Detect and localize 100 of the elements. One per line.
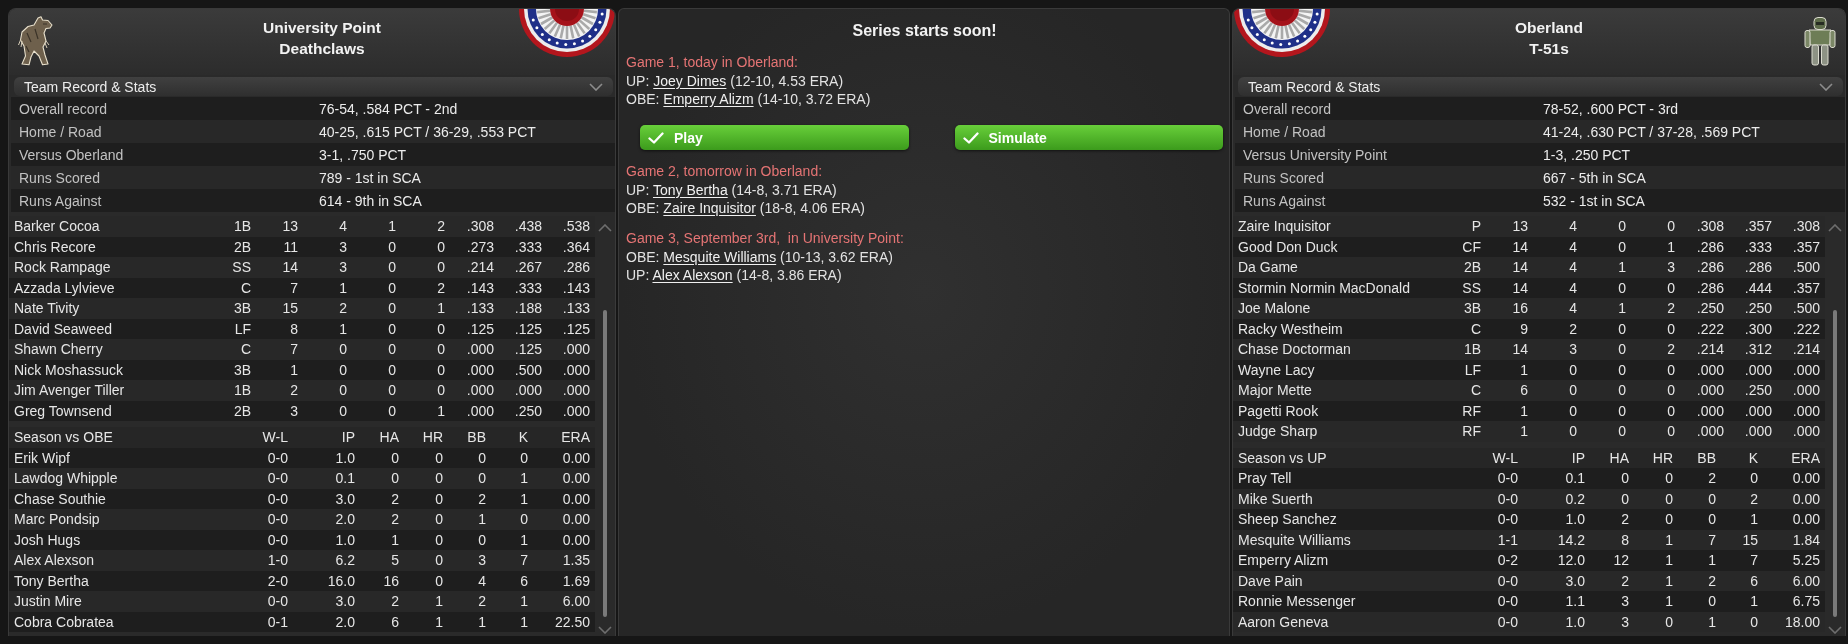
stat-cell-text: 1 bbox=[1617, 259, 1626, 276]
stat-cell-text: 8 bbox=[1620, 531, 1629, 548]
stat-cell-text: 0 bbox=[519, 449, 528, 466]
stat-cell-text: 12 bbox=[1612, 552, 1629, 569]
record-value: 40-25, .615 PCT / 36-29, .553 PCT bbox=[319, 123, 537, 140]
player-name: Alex Alexson bbox=[14, 552, 96, 569]
stat-cell-text: 2 bbox=[436, 279, 445, 296]
stat-cell-text: .000 bbox=[1791, 382, 1820, 399]
stat-cell-text: 0 bbox=[338, 382, 347, 399]
player-name: Pagetti Rook bbox=[1238, 402, 1320, 419]
stat-cell-text: 0-0 bbox=[1496, 572, 1518, 589]
player-name: Chase Doctorman bbox=[1238, 341, 1352, 358]
stat-cell-text: 0 bbox=[1617, 423, 1626, 440]
stat-cell-text: 0 bbox=[387, 320, 396, 337]
stat-cell-text: .250 bbox=[1743, 382, 1772, 399]
pitcher-link[interactable]: Emperry Alizm bbox=[663, 90, 754, 107]
stat-cell-text: .000 bbox=[465, 361, 494, 378]
pitcher-link[interactable]: Tony Bertha bbox=[653, 182, 728, 198]
player-name: Sheep Sanchez bbox=[1238, 511, 1338, 528]
stat-cell-text: 22.50 bbox=[553, 613, 590, 630]
stat-cell-text: .214 bbox=[1695, 341, 1724, 358]
stat-cell-text: 0 bbox=[1664, 511, 1673, 528]
stat-cell-text: .133 bbox=[561, 300, 590, 317]
player-name: Good Don Duck bbox=[1238, 238, 1339, 255]
record-value: 1-3, .250 PCT bbox=[1543, 146, 1632, 163]
stat-cell-text: 1B bbox=[232, 218, 251, 235]
stat-cell-text: 14.2 bbox=[1556, 531, 1585, 548]
stat-cell-text: 0.00 bbox=[561, 449, 590, 466]
stat-cell-text: 0 bbox=[434, 490, 443, 507]
game-heading: Game 3, September 3rd, in University Point: bbox=[626, 229, 905, 248]
stat-cell-text: 1 bbox=[1707, 613, 1716, 630]
stat-cell-text: 4 bbox=[338, 218, 347, 235]
stat-cell-text: .357 bbox=[1743, 218, 1772, 235]
stat-cell-text: 1B bbox=[1462, 341, 1481, 358]
stat-cell-text: .286 bbox=[1695, 279, 1724, 296]
stat-cell-text: .222 bbox=[1791, 320, 1820, 337]
stat-cell-text: 1.69 bbox=[561, 572, 590, 589]
starter-line: OBE: Zaire Inquisitor (18-8, 4.06 ERA) bbox=[626, 199, 866, 217]
section-toggle[interactable]: Team Record & Stats bbox=[14, 77, 613, 96]
chevron-up-icon[interactable] bbox=[598, 224, 612, 232]
column-header: K bbox=[517, 429, 528, 446]
stat-cell-text: 2 bbox=[1568, 320, 1577, 337]
chevron-down-icon[interactable] bbox=[1828, 626, 1842, 634]
record-label: Versus University Point bbox=[1243, 146, 1388, 163]
stat-cell-text: 1 bbox=[1664, 552, 1673, 569]
stat-cell-text: 1.0 bbox=[1564, 511, 1585, 528]
team-name: Oberland bbox=[1513, 18, 1584, 38]
stat-cell-text: 6 bbox=[519, 572, 528, 589]
record-value: 789 - 1st in SCA bbox=[319, 169, 422, 186]
stat-cell-text: 0.00 bbox=[1791, 470, 1820, 487]
stat-cell-text: 0 bbox=[434, 531, 443, 548]
player-name: Shawn Cherry bbox=[14, 341, 104, 358]
stat-cell-text: 2B bbox=[232, 238, 251, 255]
column-header: HA bbox=[1608, 449, 1629, 466]
stat-cell-text: 4 bbox=[1568, 259, 1577, 276]
stat-cell-text: 1.0 bbox=[334, 531, 355, 548]
stat-cell-text: 0 bbox=[1666, 361, 1675, 378]
stat-cell-text: .125 bbox=[513, 341, 542, 358]
pitcher-link[interactable]: Mesquite Williams bbox=[663, 249, 777, 265]
stat-cell-text: .000 bbox=[1743, 361, 1772, 378]
stat-cell-text: 2B bbox=[232, 402, 251, 419]
stat-cell-text: 0 bbox=[387, 279, 396, 296]
stat-cell-text: 3 bbox=[1568, 341, 1577, 358]
stat-cell-text: 0 bbox=[434, 552, 443, 569]
pitcher-link[interactable]: Joey Dimes bbox=[653, 73, 727, 89]
stat-cell-text: 0 bbox=[1617, 218, 1626, 235]
stat-cell-text: 0 bbox=[1568, 402, 1577, 419]
stat-cell-text: 0 bbox=[436, 341, 445, 358]
scrollbar-thumb[interactable] bbox=[1833, 310, 1837, 617]
scrollbar-thumb[interactable] bbox=[603, 310, 607, 617]
stat-cell-text: 2 bbox=[477, 490, 486, 507]
column-header: Season vs OBE bbox=[14, 429, 114, 446]
stat-cell-text: 1 bbox=[519, 470, 528, 487]
stat-cell-text: 3.0 bbox=[334, 593, 355, 610]
chevron-down-icon[interactable] bbox=[598, 626, 612, 634]
stat-cell-text: 2 bbox=[338, 300, 347, 317]
stat-cell-text: 0-0 bbox=[266, 531, 288, 548]
pitcher-link[interactable]: Alex Alexson bbox=[652, 266, 733, 283]
stat-cell-text: 1B bbox=[232, 382, 251, 399]
stat-cell-text: .222 bbox=[1695, 320, 1724, 337]
chevron-up-icon[interactable] bbox=[1828, 224, 1842, 232]
stat-cell-text: 2 bbox=[1707, 470, 1716, 487]
stat-cell-text: .000 bbox=[1791, 423, 1820, 440]
stat-cell-text: 15 bbox=[1741, 531, 1758, 548]
stat-cell-text: 3.0 bbox=[334, 490, 355, 507]
stat-cell-text: .143 bbox=[561, 279, 590, 296]
stat-cell-text: 1 bbox=[390, 531, 399, 548]
stat-cell-text: 1 bbox=[519, 613, 528, 630]
stat-cell-text: 1 bbox=[519, 531, 528, 548]
stat-cell-text: 7 bbox=[1749, 552, 1758, 569]
section-toggle[interactable]: Team Record & Stats bbox=[1238, 77, 1843, 96]
pitcher-link[interactable]: Zaire Inquisitor bbox=[663, 199, 756, 216]
stat-cell-text: 0 bbox=[338, 341, 347, 358]
starter-line: UP: Tony Bertha (14-8, 3.71 ERA) bbox=[626, 182, 838, 200]
stat-cell-text: P bbox=[1470, 218, 1481, 235]
stat-cell-text: 13 bbox=[281, 218, 298, 235]
stat-cell-text: 1 bbox=[434, 593, 443, 610]
stat-cell-text: 0 bbox=[434, 572, 443, 589]
stat-cell-text: .308 bbox=[1695, 218, 1724, 235]
stat-cell-text: 0-2 bbox=[1496, 552, 1518, 569]
